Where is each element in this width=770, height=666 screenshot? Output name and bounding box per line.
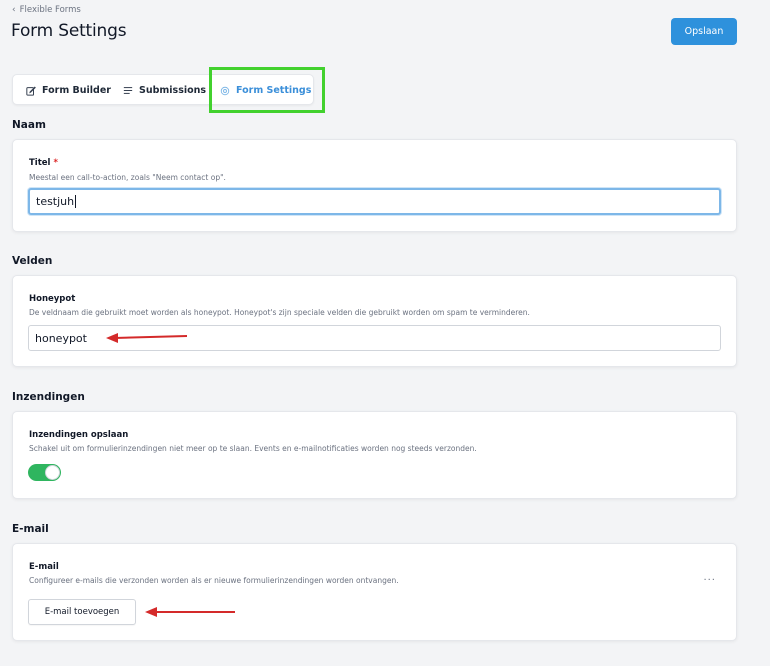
chevron-left-icon: ‹ xyxy=(12,4,16,15)
title-input-value: testjuh xyxy=(36,195,75,208)
section-heading-velden: Velden xyxy=(12,255,53,267)
card-email: E-mail Configureer e-mails die verzonden… xyxy=(12,543,737,641)
breadcrumb[interactable]: ‹ Flexible Forms xyxy=(12,5,81,15)
field-label-titel: Titel * xyxy=(29,158,58,168)
tab-label: Form Builder xyxy=(42,85,111,96)
honeypot-input-value: honeypot xyxy=(35,331,87,345)
text-caret xyxy=(75,195,77,208)
card-naam: Titel * Meestal een call-to-action, zoal… xyxy=(12,139,737,232)
tab-form-builder[interactable]: Form Builder xyxy=(26,75,111,106)
card-inzendingen: Inzendingen opslaan Schakel uit om formu… xyxy=(12,411,737,499)
tab-label: Form Settings xyxy=(236,85,312,96)
tab-label: Submissions xyxy=(139,85,207,96)
field-label-email: E-mail xyxy=(29,562,59,572)
section-heading-naam: Naam xyxy=(12,119,46,131)
tab-submissions[interactable]: Submissions xyxy=(123,75,206,106)
list-icon xyxy=(123,86,133,95)
field-help-email: Configureer e-mails die verzonden worden… xyxy=(29,576,399,585)
required-mark: * xyxy=(53,158,58,168)
tab-form-settings[interactable]: Form Settings xyxy=(220,75,311,106)
toggle-knob xyxy=(45,465,60,480)
breadcrumb-label: Flexible Forms xyxy=(19,5,81,15)
field-label-text: Titel xyxy=(29,158,51,168)
tab-bar: Form Builder Submissions Form Settings xyxy=(12,74,314,105)
edit-icon xyxy=(26,86,36,96)
section-heading-email: E-mail xyxy=(12,523,49,535)
field-label-honeypot: Honeypot xyxy=(29,294,76,304)
page-title: Form Settings xyxy=(11,21,127,41)
more-options-icon[interactable]: ··· xyxy=(703,576,716,586)
honeypot-input[interactable]: honeypot xyxy=(28,325,721,351)
title-input[interactable]: testjuh xyxy=(28,188,721,215)
add-email-button[interactable]: E-mail toevoegen xyxy=(28,599,136,625)
card-velden: Honeypot De veldnaam die gebruikt moet w… xyxy=(12,275,737,367)
field-label-inzendingen-opslaan: Inzendingen opslaan xyxy=(29,430,129,440)
field-help-inzendingen: Schakel uit om formulierinzendingen niet… xyxy=(29,444,477,453)
save-button[interactable]: Opslaan xyxy=(671,18,737,45)
field-help-honeypot: De veldnaam die gebruikt moet worden als… xyxy=(29,308,530,317)
page: ‹ Flexible Forms Form Settings Opslaan F… xyxy=(0,0,770,666)
save-submissions-toggle[interactable] xyxy=(28,464,61,481)
field-help-titel: Meestal een call-to-action, zoals "Neem … xyxy=(29,173,226,182)
gear-icon xyxy=(220,86,230,96)
section-heading-inzendingen: Inzendingen xyxy=(12,391,85,403)
